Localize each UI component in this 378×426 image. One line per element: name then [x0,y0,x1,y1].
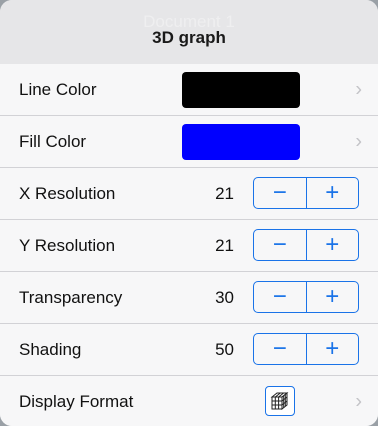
transparency-label: Transparency [19,287,123,307]
shading-increment-button[interactable]: + [305,334,359,364]
y-resolution-row: Y Resolution 21 − + [0,220,378,272]
wireframe-cube-icon[interactable] [265,386,295,416]
shading-stepper: − + [253,333,359,365]
fill-color-row[interactable]: Fill Color › [0,116,378,168]
line-color-swatch[interactable] [182,72,300,108]
display-format-label: Display Format [19,391,134,411]
transparency-decrement-button[interactable]: − [254,282,306,312]
transparency-row: Transparency 30 − + [0,272,378,324]
display-format-row[interactable]: Display Format › [0,376,378,426]
y-resolution-value: 21 [215,235,234,255]
line-color-row[interactable]: Line Color › [0,64,378,116]
x-resolution-increment-button[interactable]: + [305,178,359,208]
y-resolution-decrement-button[interactable]: − [254,230,306,260]
transparency-increment-button[interactable]: + [305,282,359,312]
x-resolution-value: 21 [215,183,234,203]
popover-title: 3D graph [152,28,226,47]
fill-color-label: Fill Color [19,131,87,151]
line-color-label: Line Color [19,79,97,99]
transparency-value: 30 [215,287,234,307]
fill-color-swatch[interactable] [182,124,300,160]
chevron-right-icon: › [355,390,362,412]
wireframe-cube-svg [270,391,289,411]
graph-settings-popover: Document 1 3D graph Line Color › Fill Co… [0,0,378,426]
x-resolution-label: X Resolution [19,183,116,203]
shading-value: 50 [215,339,234,359]
y-resolution-increment-button[interactable]: + [305,230,359,260]
x-resolution-row: X Resolution 21 − + [0,168,378,220]
y-resolution-label: Y Resolution [19,235,116,255]
x-resolution-decrement-button[interactable]: − [254,178,306,208]
y-resolution-stepper: − + [253,229,359,261]
transparency-stepper: − + [253,281,359,313]
shading-decrement-button[interactable]: − [254,334,306,364]
shading-row: Shading 50 − + [0,324,378,376]
chevron-right-icon: › [355,78,362,100]
settings-list: Line Color › Fill Color › X Resolution 2… [0,64,378,426]
chevron-right-icon: › [355,130,362,152]
shading-label: Shading [19,339,82,359]
x-resolution-stepper: − + [253,177,359,209]
